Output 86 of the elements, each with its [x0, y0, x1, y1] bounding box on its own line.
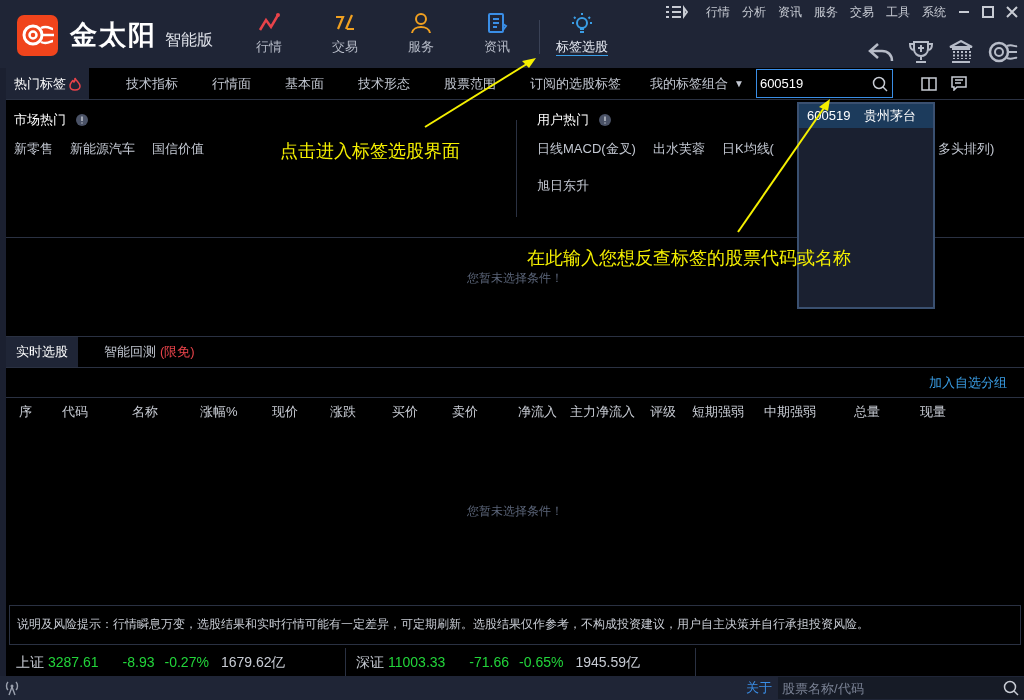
menu-icon	[666, 5, 688, 19]
index-turnover: 1679.62亿	[220, 652, 286, 672]
menu-item[interactable]: 系统	[922, 3, 946, 21]
search-icon	[1003, 680, 1019, 696]
index-value: 3287.61	[48, 652, 99, 672]
index-name: 上证	[16, 652, 44, 672]
trophy-icon	[908, 40, 934, 64]
tag-tab[interactable]: 订阅的选股标签	[513, 68, 638, 99]
tag-link[interactable]: 多头排列)	[937, 138, 995, 158]
tag-tab[interactable]: 热门标签	[6, 68, 89, 99]
tag-tab[interactable]: 行情面	[195, 68, 268, 99]
tag-link[interactable]: 旭日东升	[537, 176, 589, 196]
nav-tab[interactable]: 资讯	[459, 12, 535, 57]
index-percent: -0.65%	[519, 652, 564, 672]
column-header[interactable]: 买价	[392, 402, 452, 422]
tag-link[interactable]: 新能源汽车	[70, 138, 135, 158]
menu-item[interactable]: 交易	[850, 3, 874, 21]
tag-link[interactable]: 日线MACD(金叉)	[537, 138, 636, 158]
index-percent: -0.27%	[164, 652, 209, 672]
column-header[interactable]: 现价	[272, 402, 330, 422]
bank-building-icon	[948, 40, 974, 64]
nav-tab[interactable]: 行情	[231, 12, 307, 57]
menu-item[interactable]: 资讯	[778, 3, 802, 21]
column-header[interactable]: 代码	[62, 402, 132, 422]
index-turnover: 1945.59亿	[575, 652, 641, 672]
close-icon	[1006, 6, 1018, 18]
message-icon	[950, 76, 967, 91]
column-header[interactable]: 净流入	[518, 402, 570, 422]
section-title: 用户热门	[537, 111, 589, 129]
result-tab[interactable]: 智能回测 (限免)	[94, 337, 205, 367]
menu-item[interactable]: 分析	[742, 3, 766, 21]
tag-link[interactable]: 新零售	[14, 138, 53, 158]
tag-combo-dropdown[interactable]: 我的标签组合 ▼	[638, 68, 756, 99]
column-header[interactable]: 序	[6, 402, 62, 422]
column-header[interactable]: 名称	[132, 402, 200, 422]
maximize-icon	[982, 6, 994, 18]
document-icon	[486, 12, 508, 34]
index-change: -8.93	[122, 652, 155, 672]
search-field[interactable]: 600519	[755, 69, 893, 98]
result-tab[interactable]: 实时选股	[6, 337, 78, 367]
column-header[interactable]: 卖价	[452, 402, 518, 422]
index-change: -71.66	[469, 652, 510, 672]
column-header[interactable]: 现量	[920, 402, 980, 422]
lightbulb-icon	[571, 12, 593, 34]
menu-item[interactable]: 工具	[886, 3, 910, 21]
info-icon	[76, 113, 88, 126]
swirl-logo-icon	[988, 40, 1018, 64]
index-value: 11003.33	[388, 652, 446, 672]
column-header[interactable]: 短期强弱	[692, 402, 764, 422]
tag-link[interactable]: 日K均线(	[721, 138, 774, 158]
stock-search-field[interactable]: 股票名称/代码	[778, 677, 1024, 699]
menu-item[interactable]: 服务	[814, 3, 838, 21]
column-header[interactable]: 总量	[854, 402, 920, 422]
logo-text: 金太阳	[70, 18, 157, 53]
disclaimer-text: 说明及风险提示：行情瞬息万变，选股结果和实时行情可能有一定差异，可定期刷新。选股结果仅作参考，不构成投资建议，用户自主决策并自行承担投资风险。	[17, 617, 869, 633]
broadcast-icon	[4, 680, 20, 696]
column-header[interactable]: 主力净流入	[570, 402, 650, 422]
tag-link[interactable]: 出水芙蓉	[652, 138, 705, 158]
edition-label: 智能版	[165, 29, 213, 50]
flame-icon	[69, 76, 81, 91]
empty-message: 您暂未选择条件！	[467, 502, 563, 520]
nav-tab[interactable]: 标签选股	[544, 12, 620, 57]
info-icon	[599, 113, 611, 126]
nav-tab[interactable]: 交易	[307, 12, 383, 57]
index-name: 深证	[356, 652, 384, 672]
annotation-text: 在此输入您想反查标签的股票代码或名称	[527, 247, 851, 270]
back-arrow-icon	[868, 41, 894, 63]
add-to-group-link[interactable]: 加入自选分组	[929, 372, 1007, 393]
nav-tab[interactable]: 服务	[383, 12, 459, 57]
tag-tab[interactable]: 技术形态	[341, 68, 427, 99]
column-header[interactable]: 评级	[650, 402, 692, 422]
column-header[interactable]: 中期强弱	[764, 402, 854, 422]
column-header[interactable]: 涨幅%	[200, 402, 272, 422]
menu-item[interactable]: 行情	[706, 3, 730, 21]
tag-tab[interactable]: 基本面	[268, 68, 341, 99]
tag-tab[interactable]: 技术指标	[109, 68, 195, 99]
person-icon	[410, 12, 432, 34]
empty-message: 您暂未选择条件！	[467, 269, 563, 287]
annotation-text: 点击进入标签选股界面	[280, 140, 460, 163]
about-link[interactable]: 关于	[746, 678, 772, 698]
logo-icon	[17, 15, 58, 56]
column-header[interactable]: 涨跌	[330, 402, 392, 422]
tag-link[interactable]: 国信价值	[152, 138, 204, 158]
split-view-icon	[920, 76, 937, 91]
search-icon	[871, 76, 888, 92]
section-title: 市场热门	[14, 111, 66, 129]
